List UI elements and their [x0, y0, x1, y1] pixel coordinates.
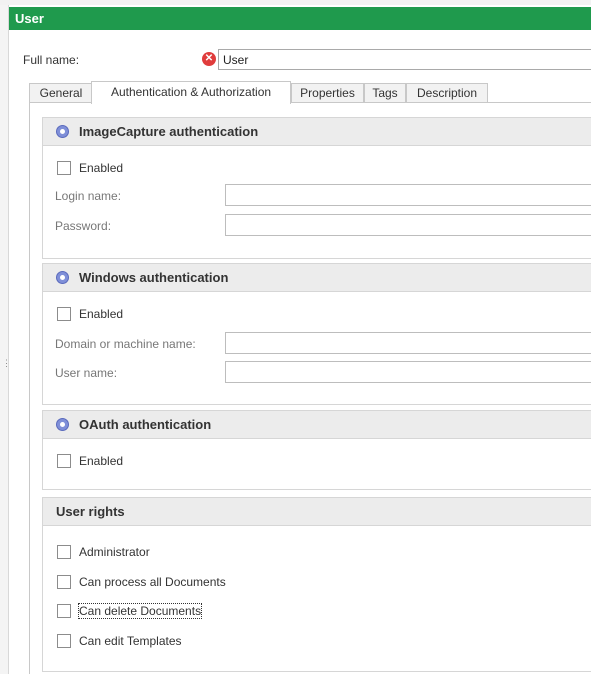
splitter-grip-icon[interactable]: ⋮ — [2, 359, 11, 373]
checkbox-label: Enabled — [79, 307, 124, 321]
domain-name-input[interactable] — [225, 332, 591, 354]
imagecapture-auth-header: ImageCapture authentication — [43, 118, 591, 146]
info-icon[interactable] — [56, 125, 69, 138]
imagecapture-auth-title: ImageCapture authentication — [79, 124, 259, 139]
password-input[interactable] — [225, 214, 591, 236]
checkbox-box[interactable] — [57, 575, 71, 589]
checkbox-label: Can process all Documents — [79, 575, 226, 589]
tab-description[interactable]: Description — [406, 83, 488, 103]
info-icon[interactable] — [56, 418, 69, 431]
windows-auth-title: Windows authentication — [79, 270, 229, 285]
checkbox-box[interactable] — [57, 454, 71, 468]
checkbox-box[interactable] — [57, 604, 71, 618]
tab-authentication-authorization[interactable]: Authentication & Authorization — [91, 81, 291, 104]
checkbox-label: Can edit Templates — [79, 634, 182, 648]
checkbox-box[interactable] — [57, 634, 71, 648]
checkbox-label: Enabled — [79, 161, 124, 175]
checkbox-box[interactable] — [57, 161, 71, 175]
login-name-input[interactable] — [225, 184, 591, 206]
window-top-edge — [0, 0, 591, 5]
info-icon[interactable] — [56, 271, 69, 284]
splitter-strip[interactable]: ⋮ — [0, 5, 11, 674]
windows-auth-header: Windows authentication — [43, 264, 591, 292]
user-rights-group: User rights Administrator Can process al… — [42, 497, 591, 672]
user-name-input[interactable] — [225, 361, 591, 383]
full-name-label: Full name: — [23, 53, 80, 67]
tab-properties[interactable]: Properties — [291, 83, 364, 103]
windows-auth-group: Windows authentication Enabled Domain or… — [42, 263, 591, 405]
checkbox-box[interactable] — [57, 545, 71, 559]
imagecapture-auth-group: ImageCapture authentication Enabled Logi… — [42, 117, 591, 259]
auth-tab-panel: ImageCapture authentication Enabled Logi… — [29, 103, 591, 674]
user-rights-header: User rights — [43, 498, 591, 526]
login-name-label: Login name: — [55, 189, 122, 203]
user-name-label: User name: — [55, 366, 118, 380]
domain-name-label: Domain or machine name: — [55, 337, 196, 351]
checkbox-box[interactable] — [57, 307, 71, 321]
user-rights-title: User rights — [56, 504, 125, 519]
oauth-auth-title: OAuth authentication — [79, 417, 212, 432]
window-title: User — [9, 7, 591, 30]
oauth-auth-header: OAuth authentication — [43, 411, 591, 439]
password-label: Password: — [55, 219, 112, 233]
checkbox-label: Administrator — [79, 545, 150, 559]
checkbox-label: Enabled — [79, 454, 124, 468]
checkbox-label: Can delete Documents — [77, 603, 203, 619]
full-name-input[interactable] — [218, 49, 591, 70]
error-icon: ✕ — [202, 52, 216, 66]
tab-tags[interactable]: Tags — [364, 83, 406, 103]
oauth-auth-group: OAuth authentication Enabled — [42, 410, 591, 490]
tab-general[interactable]: General — [29, 83, 93, 103]
form-content: Full name: ✕ General Authentication & Au… — [9, 30, 591, 674]
